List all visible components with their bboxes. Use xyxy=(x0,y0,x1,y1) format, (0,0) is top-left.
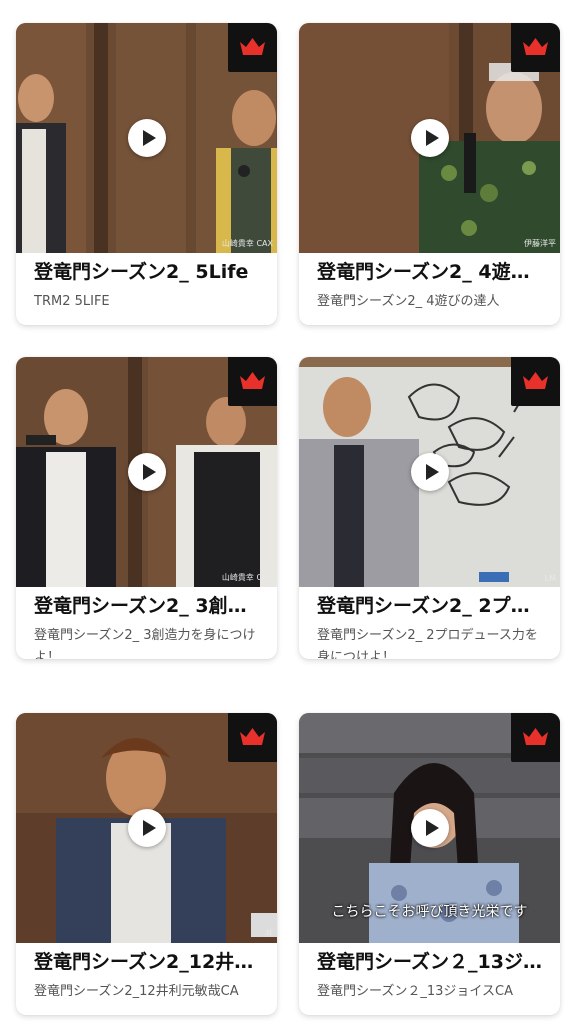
card-body: 登竜門シーズン2_ 2プロデュース力を身につけよ！ 登竜門シーズン2_ 2プロデ… xyxy=(299,587,560,659)
video-card[interactable]: こちらこそお呼び頂き光栄です 登竜門シーズン２_13ジョイス 登竜門シーズン２_… xyxy=(299,713,560,1015)
video-card[interactable]: LM 登竜門シーズン2_ 2プロデュース力を身につけよ！ 登竜門シーズン2_ 2… xyxy=(299,357,560,659)
video-thumbnail[interactable]: 井 xyxy=(16,713,277,943)
video-thumbnail[interactable]: LM xyxy=(299,357,560,587)
video-subtitle: 登竜門シーズン2_ 4遊びの達人 xyxy=(317,294,500,309)
premium-badge xyxy=(228,23,277,72)
crown-icon xyxy=(523,728,548,745)
video-thumbnail[interactable]: 山崎貴幸 CAX xyxy=(16,23,277,253)
video-thumbnail[interactable]: こちらこそお呼び頂き光栄です xyxy=(299,713,560,943)
video-subtitle: 登竜門シーズン2_ 3創造力を身につけよ！ xyxy=(34,628,256,659)
premium-badge xyxy=(228,713,277,762)
card-body: 登竜門シーズン2_ 3創造力を身につけよ！ 登竜門シーズン2_ 3創造力を身につ… xyxy=(16,587,277,659)
premium-badge xyxy=(511,23,560,72)
thumbnail-caption: 井 xyxy=(265,929,273,938)
card-body: 登竜門シーズン2_ 4遊び の達人 登竜門シーズン2_ 4遊びの達人 xyxy=(299,253,560,325)
crown-icon xyxy=(240,372,265,389)
play-icon[interactable] xyxy=(127,119,166,157)
premium-badge xyxy=(511,713,560,762)
video-card[interactable]: 井 登竜門シーズン2_12井利元敏哉 登竜門シーズン2_12井利元敏哉CA xyxy=(16,713,277,1015)
video-thumbnail[interactable]: 伊藤洋平 xyxy=(299,23,560,253)
video-subtitle: 登竜門シーズン2_ 2プロデュース力を身につけよ！ xyxy=(317,628,538,659)
premium-badge xyxy=(511,357,560,406)
play-icon[interactable] xyxy=(410,119,449,157)
crown-icon xyxy=(523,372,548,389)
video-card[interactable]: 山崎貴幸 CAX 登竜門シーズン2_ 5Life TRM2 5LIFE xyxy=(16,23,277,325)
card-body: 登竜門シーズン２_13ジョイス 登竜門シーズン２_13ジョイスCA xyxy=(299,943,560,1015)
play-icon[interactable] xyxy=(127,453,166,491)
video-subtitle: TRM2 5LIFE xyxy=(34,294,110,309)
crown-icon xyxy=(240,38,265,55)
thumbnail-caption: 山崎貴幸 CAX xyxy=(221,573,273,582)
thumbnail-caption: LM xyxy=(544,574,556,583)
premium-badge xyxy=(228,357,277,406)
video-grid: 山崎貴幸 CAX 登竜門シーズン2_ 5Life TRM2 5LIFE 伊藤洋平… xyxy=(0,0,576,1024)
thumbnail-caption: 伊藤洋平 xyxy=(524,239,556,248)
thumbnail-caption: 山崎貴幸 CAX xyxy=(221,239,273,248)
crown-icon xyxy=(240,728,265,745)
video-caption-text: こちらこそお呼び頂き光栄です xyxy=(331,904,528,920)
video-subtitle: 登竜門シーズン２_13ジョイスCA xyxy=(317,984,513,999)
video-title[interactable]: 登竜門シーズン2_ 5Life xyxy=(34,259,265,285)
video-title[interactable]: 登竜門シーズン2_ 4遊び の達人 xyxy=(317,259,548,285)
crown-icon xyxy=(523,38,548,55)
video-card[interactable]: 山崎貴幸 CAX 登竜門シーズン2_ 3創造力を身につけよ！ 登竜門シーズン2_… xyxy=(16,357,277,659)
video-thumbnail[interactable]: 山崎貴幸 CAX xyxy=(16,357,277,587)
video-card[interactable]: 伊藤洋平 登竜門シーズン2_ 4遊び の達人 登竜門シーズン2_ 4遊びの達人 xyxy=(299,23,560,325)
video-title[interactable]: 登竜門シーズン2_12井利元敏哉 xyxy=(34,949,265,975)
card-body: 登竜門シーズン2_12井利元敏哉 登竜門シーズン2_12井利元敏哉CA xyxy=(16,943,277,1015)
card-body: 登竜門シーズン2_ 5Life TRM2 5LIFE xyxy=(16,253,277,325)
video-title[interactable]: 登竜門シーズン２_13ジョイス xyxy=(317,949,548,975)
play-icon[interactable] xyxy=(410,809,449,847)
video-title[interactable]: 登竜門シーズン2_ 3創造力を身につけよ！ xyxy=(34,593,265,619)
video-subtitle: 登竜門シーズン2_12井利元敏哉CA xyxy=(34,984,239,999)
play-icon[interactable] xyxy=(127,809,166,847)
video-title[interactable]: 登竜門シーズン2_ 2プロデュース力を身につけよ！ xyxy=(317,593,548,619)
play-icon[interactable] xyxy=(410,453,449,491)
